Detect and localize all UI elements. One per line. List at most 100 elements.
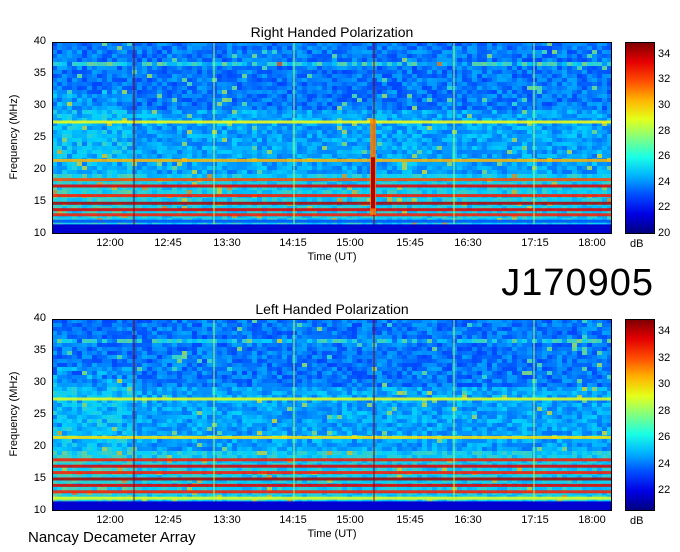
spectrogram-cell [327,190,332,194]
spectrogram-cell [182,110,187,114]
spectrogram-cell [462,70,467,74]
spectrogram-cell [87,146,92,150]
spectrogram-cell [322,150,327,154]
spectrogram-cell [247,146,252,150]
spectrogram-cell [67,70,72,74]
spectrogram-cell [462,78,467,82]
spectrogram-cell [182,78,187,82]
spectrogram-cell [377,170,382,174]
spectrogram-cell [92,146,97,150]
spectrogram-cell [142,198,147,202]
spectrogram-cell [417,142,422,146]
spectrogram-cell [87,198,92,202]
spectrogram-cell [407,154,412,158]
spectrogram-cell [82,134,87,138]
spectrogram-cell [507,86,512,90]
spectrogram-cell [377,142,382,146]
spectrogram-cell [412,174,417,178]
spectrogram-cell [272,58,277,62]
spectrogram-cell [202,58,207,62]
spectrogram-cell [487,130,492,134]
spectrogram-cell [77,54,82,58]
spectrogram-cell [392,142,397,146]
spectrogram-cell [122,74,127,78]
spectrogram-cell [87,106,92,110]
spectrogram-cell [182,142,187,146]
spectrogram-cell [242,114,247,118]
spectrogram-cell [297,166,302,170]
spectrogram-cell [367,46,372,50]
spectrogram-cell [377,70,382,74]
spectrogram-cell [97,46,102,50]
spectrogram-cell [432,82,437,86]
spectrogram-cell [227,190,232,194]
spectrogram-cell [447,74,452,78]
spectrogram-cell [127,130,132,134]
spectrogram-cell [102,154,107,158]
spectrogram-cell [277,162,282,166]
spectrogram-cell [462,82,467,86]
spectrogram-cell [337,130,342,134]
spectrogram-cell [157,174,162,178]
spectrogram-cell [317,190,322,194]
spectrogram-cell [197,154,202,158]
spectrogram-cell [282,82,287,86]
spectrogram-cell [352,114,357,118]
spectrogram-cell [397,190,402,194]
spectrogram-cell [122,90,127,94]
spectrogram-cell [287,62,292,66]
spectrogram-cell [172,198,177,202]
spectrogram-cell [262,174,267,178]
spectrogram-cell [57,86,62,90]
spectrogram-cell [447,130,452,134]
spectrogram-cell [562,86,567,90]
spectrogram-cell [92,126,97,130]
spectrogram-cell [477,94,482,98]
spectrogram-cell [272,70,277,74]
spectrogram-cell [72,94,77,98]
spectrogram-cell [252,154,257,158]
spectrogram-cell [167,154,172,158]
spectrogram-cell [477,86,482,90]
spectrogram-cell [57,130,62,134]
spectrogram-cell [147,46,152,50]
spectrogram-cell [167,46,172,50]
spectrogram-cell [272,94,277,98]
spectrogram-cell [312,150,317,154]
spectrogram-cell [482,154,487,158]
spectrogram-cell [322,106,327,110]
spectrogram-cell [202,54,207,58]
spectrogram-cell [442,62,447,66]
spectrogram-cell [87,74,92,78]
spectrogram-cell [142,146,147,150]
spectrogram-cell [497,82,502,86]
spectrogram-cell [242,162,247,166]
spectrogram-cell [242,130,247,134]
spectrogram-cell [347,102,352,106]
spectrogram-cell [82,174,87,178]
spectrogram-cell [182,146,187,150]
spectrogram-cell [137,190,142,194]
spectrogram-cell [262,78,267,82]
spectrogram-cell [77,166,82,170]
spectrogram-cell [332,126,337,130]
spectrogram-cell [282,54,287,58]
spectrogram-cell [377,106,382,110]
spectrogram-cell [492,198,497,202]
spectrogram-cell [227,146,232,150]
spectrogram-cell [557,126,562,130]
spectrogram-cell [72,102,77,106]
spectrogram-cell [92,82,97,86]
spectrogram-cell [297,150,302,154]
spectrogram-cell [97,126,102,130]
spectrogram-cell [57,114,62,118]
spectrogram-cell [567,198,572,202]
spectrogram-cell [417,50,422,54]
spectrogram-cell [427,62,432,66]
spectrogram-cell [297,126,302,130]
spectrogram-cell [552,114,557,118]
spectrogram-cell [337,170,342,174]
spectrogram-cell [92,170,97,174]
spectrogram-cell [322,126,327,130]
spectrogram-cell [97,134,102,138]
